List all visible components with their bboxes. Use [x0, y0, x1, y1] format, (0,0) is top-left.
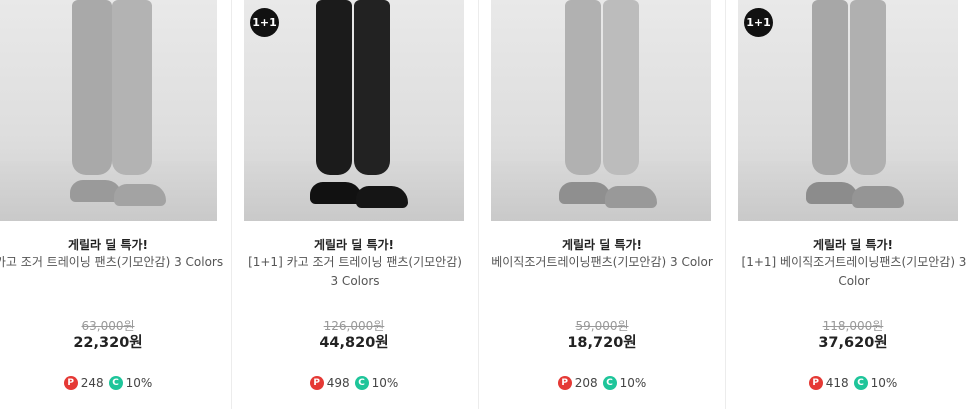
product-image[interactable]: [0, 0, 217, 221]
pants-right-leg: [603, 0, 639, 175]
product-image[interactable]: 1+1: [244, 0, 464, 221]
pants-right-leg: [112, 0, 152, 175]
coupon-value: 10%: [125, 376, 153, 390]
deal-label: 게릴라 딜 특가!: [67, 238, 149, 252]
product-image[interactable]: [491, 0, 711, 221]
right-shoe: [356, 186, 408, 208]
pants-right-leg: [354, 0, 390, 175]
point-value: 248: [80, 376, 104, 390]
sale-price: 44,820원: [319, 335, 389, 351]
sale-price: 22,320원: [73, 335, 143, 351]
coupon-value: 10%: [870, 376, 898, 390]
pants-left-leg: [565, 0, 601, 175]
product-image[interactable]: 1+1: [738, 0, 958, 221]
product-name[interactable]: [1+1] 카고 조거 트레이닝 팬츠(기모안감) 3 Colors: [244, 253, 466, 291]
sale-price: 18,720원: [567, 335, 637, 351]
sale-price: 37,620원: [818, 335, 888, 351]
point-icon: P: [309, 376, 324, 390]
coupon-icon: C: [602, 376, 617, 390]
pants-right-leg: [850, 0, 886, 175]
promo-tag: 1+1: [744, 8, 773, 37]
product-card[interactable]: 1+1 게릴라 딜 특가! [1+1] 베이직조거트레이닝팬츠(기모안감) 3 …: [726, 0, 967, 409]
benefit-row: P 498 C 10%: [232, 376, 476, 390]
right-shoe: [114, 184, 166, 206]
coupon-value: 10%: [371, 376, 399, 390]
left-shoe: [559, 182, 611, 204]
deal-label: 게릴라 딜 특가!: [313, 238, 395, 252]
benefit-row: P 248 C 10%: [0, 376, 232, 390]
benefit-row: P 208 C 10%: [479, 376, 725, 390]
coupon-value: 10%: [619, 376, 647, 390]
coupon-icon: C: [853, 376, 868, 390]
product-name[interactable]: 베이직조거트레이닝팬츠(기모안감) 3 Color: [479, 253, 725, 272]
point-value: 208: [574, 376, 598, 390]
point-icon: P: [557, 376, 572, 390]
pants-left-leg: [72, 0, 112, 175]
point-value: 498: [326, 376, 350, 390]
point-value: 418: [825, 376, 849, 390]
pants-left-leg: [316, 0, 352, 175]
deal-label: 게릴라 딜 특가!: [812, 238, 894, 252]
promo-tag: 1+1: [250, 8, 279, 37]
product-card[interactable]: 1+1 게릴라 딜 특가! [1+1] 카고 조거 트레이닝 팬츠(기모안감) …: [232, 0, 476, 409]
coupon-icon: C: [108, 376, 123, 390]
right-shoe: [852, 186, 904, 208]
benefit-row: P 418 C 10%: [726, 376, 967, 390]
product-card[interactable]: 게릴라 딜 특가! 베이직조거트레이닝팬츠(기모안감) 3 Color 59,0…: [479, 0, 725, 409]
right-shoe: [605, 186, 657, 208]
left-shoe: [310, 182, 362, 204]
product-card[interactable]: 게릴라 딜 특가! 카고 조거 트레이닝 팬츠(기모안감) 3 Colors 6…: [0, 0, 232, 409]
point-icon: P: [63, 376, 78, 390]
left-shoe: [806, 182, 858, 204]
coupon-icon: C: [354, 376, 369, 390]
deal-label: 게릴라 딜 특가!: [561, 238, 643, 252]
product-name[interactable]: [1+1] 베이직조거트레이닝팬츠(기모안감) 3 Color: [738, 253, 967, 291]
point-icon: P: [808, 376, 823, 390]
product-grid: 게릴라 딜 특가! 카고 조거 트레이닝 팬츠(기모안감) 3 Colors 6…: [0, 0, 967, 409]
pants-left-leg: [812, 0, 848, 175]
